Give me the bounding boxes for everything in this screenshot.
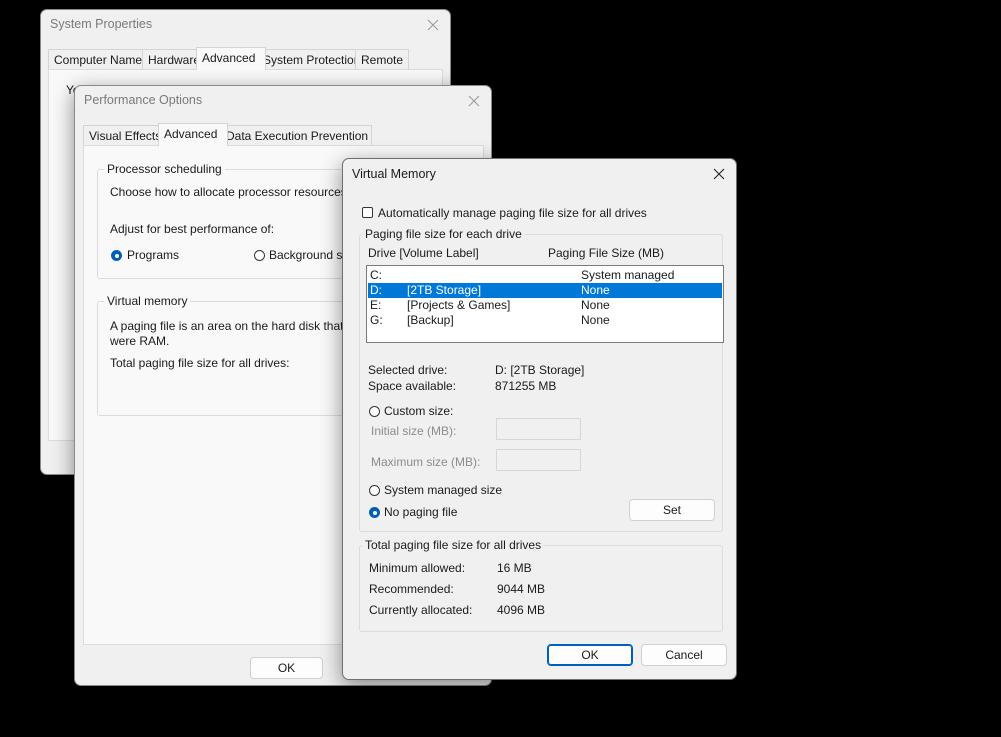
- tab-remote[interactable]: Remote: [355, 49, 409, 70]
- drive-letter: D:: [370, 283, 382, 297]
- initial-size-input: [496, 418, 581, 440]
- tab-computer-name[interactable]: Computer Name: [48, 49, 155, 70]
- custom-size-label[interactable]: Custom size:: [384, 404, 453, 418]
- tab-system-protection[interactable]: System Protection: [257, 49, 360, 70]
- minimum-allowed-label: Minimum allowed:: [369, 561, 466, 575]
- maximum-size-label: Maximum size (MB):: [371, 455, 481, 469]
- tab-data-execution-prevention[interactable]: Data Execution Prevention: [220, 125, 372, 146]
- drive-row-c[interactable]: C: System managed: [368, 268, 722, 283]
- auto-manage-checkbox[interactable]: [362, 207, 373, 218]
- vm-description-line2: were RAM.: [110, 334, 170, 348]
- ok-button[interactable]: OK: [547, 644, 633, 666]
- maximum-size-input: [496, 449, 581, 471]
- drive-paging-size: None: [581, 313, 610, 327]
- recommended-label: Recommended:: [369, 582, 454, 596]
- auto-manage-label[interactable]: Automatically manage paging file size fo…: [378, 206, 647, 220]
- drive-paging-size: None: [581, 298, 610, 312]
- group-title: Virtual memory: [104, 294, 191, 308]
- drive-volume-label: [2TB Storage]: [407, 283, 482, 297]
- close-icon[interactable]: [463, 90, 485, 112]
- drive-paging-size: System managed: [581, 268, 675, 282]
- programs-label[interactable]: Programs: [127, 248, 179, 262]
- tab-advanced[interactable]: Advanced: [196, 47, 266, 70]
- drive-volume-label: [Backup]: [407, 313, 454, 327]
- column-header-size: Paging File Size (MB): [548, 246, 665, 260]
- drive-letter: E:: [370, 298, 382, 312]
- performance-options-titlebar[interactable]: Performance Options: [75, 86, 491, 116]
- space-available-value: 871255 MB: [495, 379, 557, 393]
- drive-letter: C:: [370, 268, 382, 282]
- selected-drive-value: D: [2TB Storage]: [495, 363, 585, 377]
- system-managed-radio[interactable]: [369, 485, 380, 496]
- tab-visual-effects[interactable]: Visual Effects: [83, 125, 165, 146]
- system-properties-titlebar[interactable]: System Properties: [41, 10, 450, 40]
- vm-description-line1: A paging file is an area on the hard dis…: [110, 319, 344, 333]
- drive-row-g[interactable]: G: [Backup] None: [368, 313, 722, 328]
- selected-drive-label: Selected drive:: [368, 363, 448, 377]
- window-title: Performance Options: [84, 93, 203, 107]
- currently-allocated-label: Currently allocated:: [369, 603, 473, 617]
- minimum-allowed-value: 16 MB: [497, 561, 532, 575]
- space-available-label: Space available:: [368, 379, 457, 393]
- drive-volume-label: [Projects & Games]: [407, 298, 511, 312]
- tab-advanced[interactable]: Advanced: [158, 123, 228, 146]
- currently-allocated-value: 4096 MB: [497, 603, 546, 617]
- group-title: Processor scheduling: [104, 162, 225, 176]
- close-icon[interactable]: [708, 163, 730, 185]
- processor-description: Choose how to allocate processor resourc…: [110, 185, 351, 199]
- custom-size-radio[interactable]: [369, 406, 380, 417]
- initial-size-label: Initial size (MB):: [371, 424, 457, 438]
- drive-paging-size: None: [581, 283, 610, 297]
- group-title: Total paging file size for all drives: [362, 538, 545, 552]
- drive-row-d[interactable]: D: [2TB Storage] None: [368, 283, 722, 298]
- vm-total-label: Total paging file size for all drives:: [110, 356, 290, 370]
- paging-file-per-drive-group: Paging file size for each drive Drive [V…: [359, 227, 724, 532]
- no-paging-file-radio[interactable]: [369, 507, 380, 518]
- cancel-button[interactable]: Cancel: [641, 644, 727, 666]
- group-title: Paging file size for each drive: [362, 227, 525, 241]
- window-title: System Properties: [50, 17, 153, 31]
- no-paging-file-label[interactable]: No paging file: [384, 505, 457, 519]
- adjust-label: Adjust for best performance of:: [110, 222, 275, 236]
- total-paging-group: Total paging file size for all drives Mi…: [359, 538, 723, 632]
- background-services-label[interactable]: Background se: [269, 248, 349, 262]
- ok-button[interactable]: OK: [250, 657, 323, 679]
- column-header-drive: Drive [Volume Label]: [368, 246, 479, 260]
- recommended-value: 9044 MB: [497, 582, 546, 596]
- set-button[interactable]: Set: [629, 499, 715, 521]
- system-managed-label[interactable]: System managed size: [384, 483, 502, 497]
- window-title: Virtual Memory: [352, 167, 436, 181]
- drive-row-e[interactable]: E: [Projects & Games] None: [368, 298, 722, 313]
- background-services-radio[interactable]: [254, 250, 265, 261]
- virtual-memory-titlebar[interactable]: Virtual Memory: [343, 159, 736, 189]
- close-icon[interactable]: [422, 14, 444, 36]
- virtual-memory-dialog: Virtual Memory Automatically manage pagi…: [342, 158, 737, 680]
- drives-listbox[interactable]: C: System managed D: [2TB Storage] None …: [366, 265, 724, 343]
- drive-letter: G:: [370, 313, 383, 327]
- programs-radio[interactable]: [111, 250, 122, 261]
